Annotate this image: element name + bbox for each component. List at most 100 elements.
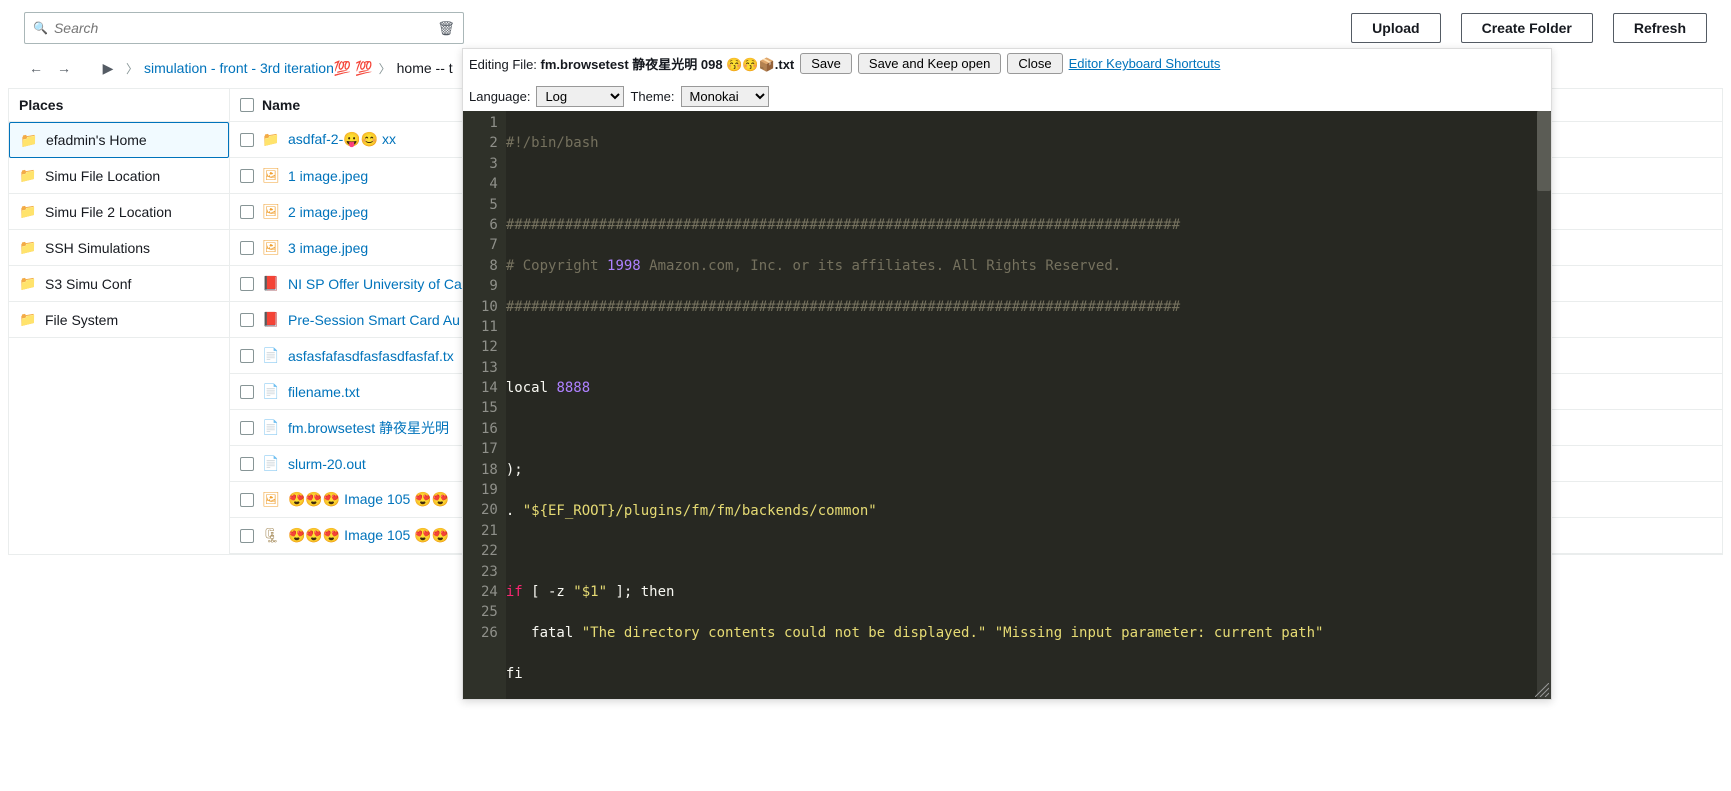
line-number: 11 [481,317,498,337]
line-number: 20 [481,500,498,520]
file-name-label[interactable]: asdfaf-2-😛😊 xx [288,131,396,148]
resize-handle[interactable] [1535,683,1549,697]
nav-forward-icon[interactable]: → [52,56,76,80]
places-item-label: efadmin's Home [46,132,147,148]
line-number: 5 [481,195,498,215]
image-icon: 🖼 [262,491,280,509]
close-button[interactable]: Close [1007,53,1062,74]
line-number: 23 [481,562,498,582]
row-checkbox[interactable] [240,205,254,219]
file-name-label[interactable]: asfasfafasdfasfasdfasfaf.tx [288,348,454,364]
name-column-header[interactable]: Name [262,97,300,113]
file-name-label[interactable]: slurm-20.out [288,456,366,472]
folder-icon: 📁 [20,131,38,149]
line-number: 3 [481,154,498,174]
line-number: 2 [481,133,498,153]
places-item[interactable]: 📁 S3 Simu Conf [9,266,229,302]
places-item-label: S3 Simu Conf [45,276,131,292]
keyboard-shortcuts-link[interactable]: Editor Keyboard Shortcuts [1069,56,1221,71]
places-item[interactable]: 📁 Simu File 2 Location [9,194,229,230]
places-item[interactable]: 📁File System [9,302,229,338]
line-number: 26 [481,623,498,643]
breadcrumb-segment[interactable]: simulation - front - 3rd iteration💯 💯 [144,60,373,77]
search-field[interactable]: 🔍 🗑 [24,12,464,44]
line-number: 10 [481,297,498,317]
row-checkbox[interactable] [240,169,254,183]
code-editor[interactable]: 1234567891011121314151617181920212223242… [463,111,1551,699]
search-input[interactable] [54,20,437,36]
line-number: 1 [481,113,498,133]
theme-label: Theme: [630,89,674,104]
row-checkbox[interactable] [240,241,254,255]
nav-back-icon[interactable]: ← [24,56,48,80]
save-button[interactable]: Save [800,53,852,74]
line-number: 21 [481,521,498,541]
scrollbar-thumb[interactable] [1537,111,1551,191]
text-file-icon: 📄 [262,383,280,401]
line-number: 14 [481,378,498,398]
line-number: 7 [481,235,498,255]
refresh-button[interactable]: Refresh [1613,13,1707,43]
places-item-label: Simu File 2 Location [45,204,172,220]
file-editor-dialog: Editing File: fm.browsetest 静夜星光明 098 😚😚… [462,48,1552,700]
folder-icon: 📁 [19,239,37,257]
image-icon: 🖼 [262,203,280,221]
line-number: 16 [481,419,498,439]
text-file-icon: 📄 [262,419,280,437]
row-checkbox[interactable] [240,133,254,147]
trash-icon[interactable]: 🗑 [437,20,455,37]
line-number: 24 [481,582,498,602]
row-checkbox[interactable] [240,313,254,327]
text-file-icon: 📄 [262,347,280,365]
folder-icon: 📁 [19,203,37,221]
folder-icon: 📁 [19,275,37,293]
folder-icon: 📁 [262,131,280,149]
places-item[interactable]: 📁 efadmin's Home [9,122,229,158]
zip-icon: 🗜 [262,527,280,545]
row-checkbox[interactable] [240,421,254,435]
line-number: 22 [481,541,498,561]
row-checkbox[interactable] [240,529,254,543]
theme-select[interactable]: Monokai [681,86,769,107]
file-name-label[interactable]: 2 image.jpeg [288,204,368,220]
row-checkbox[interactable] [240,385,254,399]
line-number: 19 [481,480,498,500]
places-item-label: SSH Simulations [45,240,150,256]
file-name-label[interactable]: Pre-Session Smart Card Au [288,312,460,328]
editing-file-label: Editing File: fm.browsetest 静夜星光明 098 😚😚… [469,54,794,73]
file-name-label[interactable]: 😍😍😍 Image 105 😍😍 [288,491,449,508]
breadcrumb-segment: home -- t [397,60,453,76]
row-checkbox[interactable] [240,277,254,291]
file-name-label[interactable]: 😍😍😍 Image 105 😍😍 [288,527,449,544]
row-checkbox[interactable] [240,349,254,363]
file-name-label[interactable]: filename.txt [288,384,360,400]
text-file-icon: 📄 [262,455,280,473]
places-item[interactable]: 📁Simu File Location [9,158,229,194]
language-select[interactable]: Log [536,86,624,107]
file-name-label[interactable]: NI SP Offer University of Ca [288,276,462,292]
pdf-icon: 📕 [262,311,280,329]
line-number: 17 [481,439,498,459]
nav-play-icon[interactable]: ▶ [96,56,120,80]
image-icon: 🖼 [262,239,280,257]
save-keep-open-button[interactable]: Save and Keep open [858,53,1001,74]
code-content[interactable]: #!/bin/bash ############################… [506,111,1551,699]
file-name-label[interactable]: 3 image.jpeg [288,240,368,256]
line-number: 4 [481,174,498,194]
file-name-label[interactable]: 1 image.jpeg [288,168,368,184]
create-folder-button[interactable]: Create Folder [1461,13,1593,43]
places-item[interactable]: 📁 SSH Simulations [9,230,229,266]
editor-scrollbar[interactable] [1537,111,1551,699]
chevron-right-icon: 〉 [377,60,393,77]
row-checkbox[interactable] [240,457,254,471]
places-item-label: Simu File Location [45,168,160,184]
line-number: 6 [481,215,498,235]
image-icon: 🖼 [262,167,280,185]
places-item-label: File System [45,312,118,328]
file-name-label[interactable]: fm.browsetest 静夜星光明 [288,418,449,438]
line-number: 8 [481,256,498,276]
row-checkbox[interactable] [240,493,254,507]
select-all-checkbox[interactable] [240,98,254,112]
places-header: Places [9,89,229,122]
upload-button[interactable]: Upload [1351,13,1440,43]
